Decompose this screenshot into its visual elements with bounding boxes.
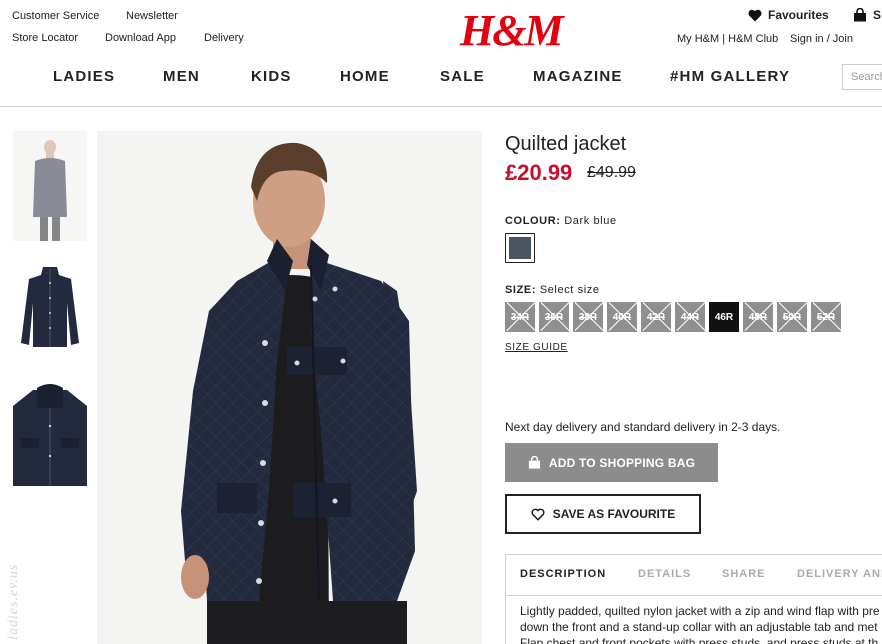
size-option-label: 34R bbox=[510, 311, 530, 323]
colour-label: COLOUR: bbox=[505, 215, 561, 227]
sign-in-link[interactable]: Sign in / Join bbox=[790, 33, 853, 45]
size-option-label: 36R bbox=[544, 311, 564, 323]
watermark: ladies.ev.us bbox=[6, 563, 21, 640]
shopping-bag-icon bbox=[528, 456, 540, 469]
save-favourite-button[interactable]: SAVE AS FAVOURITE bbox=[505, 494, 701, 534]
size-option-34r[interactable]: 34R bbox=[505, 302, 535, 332]
size-option-40r[interactable]: 40R bbox=[607, 302, 637, 332]
size-option-label: 50R bbox=[782, 311, 802, 323]
favourites-link[interactable]: Favourites bbox=[748, 8, 829, 22]
thumbnail-jacket-detail[interactable] bbox=[13, 376, 87, 486]
description-line: Flap chest and front pockets with press … bbox=[520, 636, 879, 644]
nav-item-magazine[interactable]: MAGAZINE bbox=[533, 68, 623, 85]
thumbnail-model-front[interactable] bbox=[13, 131, 87, 241]
size-guide-link[interactable]: SIZE GUIDE bbox=[505, 342, 568, 353]
colour-row: COLOUR: Dark blue bbox=[505, 215, 617, 227]
nav-item-ladies[interactable]: LADIES bbox=[53, 68, 115, 85]
size-option-label: 42R bbox=[646, 311, 666, 323]
description-text: Lightly padded, quilted nylon jacket wit… bbox=[520, 603, 882, 644]
delivery-link[interactable]: Delivery bbox=[204, 32, 244, 44]
size-label: SIZE: bbox=[505, 284, 537, 296]
header-divider bbox=[0, 106, 882, 107]
add-to-bag-label: ADD TO SHOPPING BAG bbox=[548, 455, 696, 470]
swatch-fill bbox=[509, 237, 531, 259]
sale-price: £20.99 bbox=[505, 160, 573, 185]
newsletter-link[interactable]: Newsletter bbox=[126, 10, 178, 22]
nav-item-home[interactable]: HOME bbox=[340, 68, 390, 85]
size-option-label: 52R bbox=[816, 311, 836, 323]
nav-item-men[interactable]: MEN bbox=[163, 68, 200, 85]
tab-divider bbox=[506, 595, 882, 596]
size-option-36r[interactable]: 36R bbox=[539, 302, 569, 332]
save-favourite-label: SAVE AS FAVOURITE bbox=[552, 507, 676, 521]
shopping-bag-label: S bbox=[873, 8, 882, 22]
size-option-50r[interactable]: 50R bbox=[777, 302, 807, 332]
description-line: Lightly padded, quilted nylon jacket wit… bbox=[520, 604, 880, 618]
size-option-46r[interactable]: 46R bbox=[709, 302, 739, 332]
main-product-image[interactable] bbox=[97, 131, 482, 644]
delivery-info: Next day delivery and standard delivery … bbox=[505, 420, 781, 434]
tab-delivery[interactable]: DELIVERY AND bbox=[797, 568, 882, 580]
store-locator-link[interactable]: Store Locator bbox=[12, 32, 78, 44]
nav-item-sale[interactable]: SALE bbox=[440, 68, 485, 85]
size-option-38r[interactable]: 38R bbox=[573, 302, 603, 332]
size-option-label: 44R bbox=[680, 311, 700, 323]
hm-logo[interactable]: H&M bbox=[460, 8, 564, 54]
download-app-link[interactable]: Download App bbox=[105, 32, 176, 44]
shopping-bag-icon bbox=[854, 8, 866, 22]
favourites-label: Favourites bbox=[768, 8, 829, 22]
size-option-44r[interactable]: 44R bbox=[675, 302, 705, 332]
size-row: SIZE: Select size bbox=[505, 284, 600, 296]
size-option-52r[interactable]: 52R bbox=[811, 302, 841, 332]
size-value: Select size bbox=[539, 284, 600, 296]
nav-item-kids[interactable]: KIDS bbox=[251, 68, 292, 85]
description-line: down the front and a stand-up collar wit… bbox=[520, 620, 878, 634]
colour-value: Dark blue bbox=[564, 215, 617, 227]
product-title: Quilted jacket bbox=[505, 133, 627, 155]
main-nav: LADIES MEN KIDS HOME SALE MAGAZINE #HM G… bbox=[0, 68, 882, 86]
search-input[interactable]: Search bbox=[842, 64, 882, 90]
product-info-tabs: DESCRIPTION DETAILS SHARE DELIVERY AND L… bbox=[505, 554, 882, 644]
size-selector: 34R 36R 38R 40R 42R 44R 46R 48R 50R 52R bbox=[505, 302, 841, 332]
colour-swatch-dark-blue[interactable] bbox=[505, 233, 535, 263]
tab-details[interactable]: DETAILS bbox=[638, 568, 691, 580]
size-option-label: 40R bbox=[612, 311, 632, 323]
shopping-bag-link[interactable]: S bbox=[853, 8, 881, 22]
tab-description[interactable]: DESCRIPTION bbox=[520, 568, 606, 580]
size-option-42r[interactable]: 42R bbox=[641, 302, 671, 332]
my-hm-link[interactable]: My H&M | H&M Club bbox=[677, 33, 778, 45]
nav-item-hm-gallery[interactable]: #HM GALLERY bbox=[670, 68, 790, 85]
size-option-label: 48R bbox=[748, 311, 768, 323]
customer-service-link[interactable]: Customer Service bbox=[12, 10, 99, 22]
size-option-48r[interactable]: 48R bbox=[743, 302, 773, 332]
size-option-label: 46R bbox=[714, 311, 734, 323]
thumbnail-jacket-front[interactable] bbox=[13, 253, 87, 363]
heart-icon bbox=[748, 9, 762, 21]
original-price: £49.99 bbox=[587, 164, 636, 181]
size-option-label: 38R bbox=[578, 311, 598, 323]
add-to-bag-button[interactable]: ADD TO SHOPPING BAG bbox=[505, 443, 718, 482]
heart-outline-icon bbox=[531, 508, 545, 521]
tab-share[interactable]: SHARE bbox=[722, 568, 766, 580]
